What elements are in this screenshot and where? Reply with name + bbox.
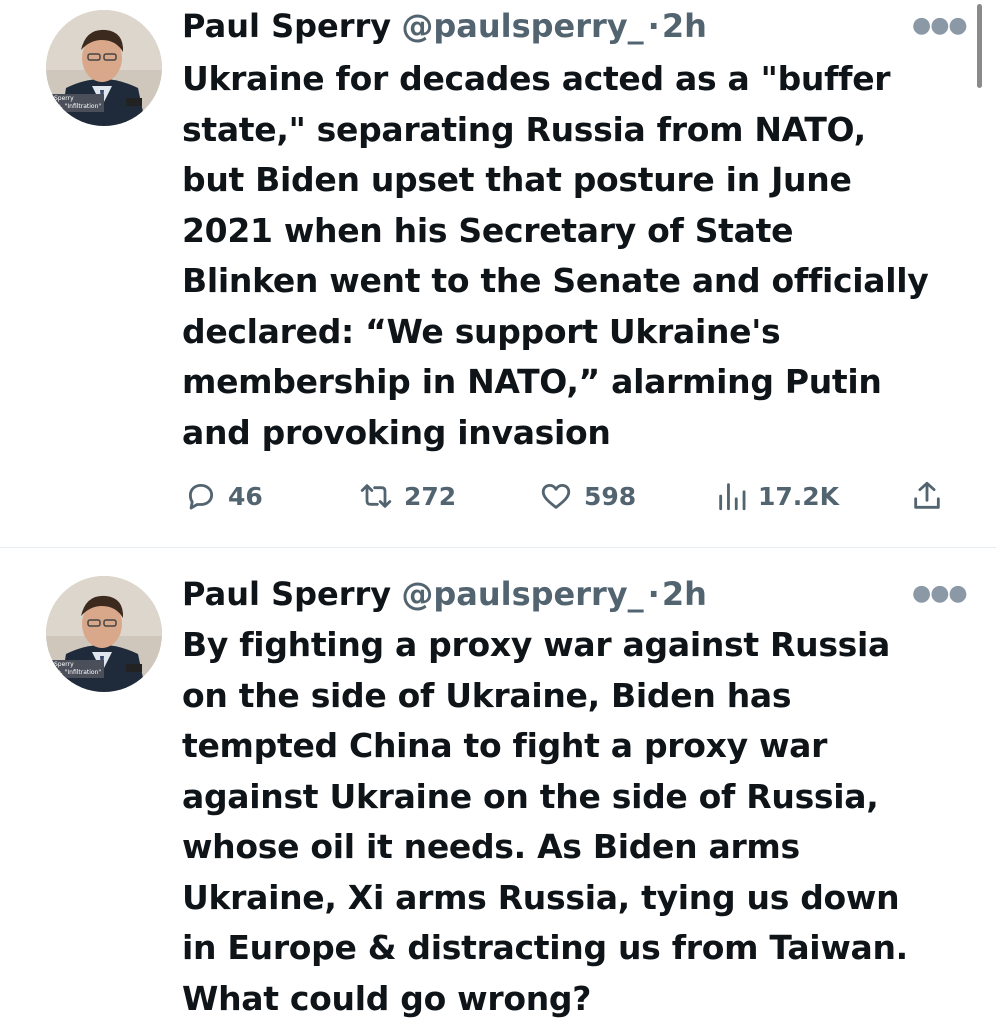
reply-count: 46 (228, 481, 263, 511)
tweet-text: By fighting a proxy war against Russia o… (182, 625, 908, 1018)
reply-button[interactable]: 46 (184, 474, 263, 518)
retweet-icon (360, 484, 392, 508)
more-horizontal-icon[interactable]: ●●● (912, 583, 968, 605)
analytics-icon (719, 483, 746, 511)
tweet-timestamp[interactable]: 2h (662, 575, 707, 613)
header-separator: · (647, 7, 660, 45)
views-button[interactable]: 17.2K (716, 474, 839, 518)
tweet-text: Ukraine for decades acted as a "buffer s… (182, 59, 929, 452)
author-name[interactable]: Paul Sperry (182, 575, 391, 613)
share-button[interactable] (910, 474, 954, 518)
avatar-caption: Sperry se, "Infiltration" (54, 95, 102, 110)
tweet-actions: 46 272 598 17.2K (182, 474, 952, 518)
author-handle[interactable]: @paulsperry_ (401, 7, 643, 45)
more-horizontal-icon[interactable]: ●●● (912, 15, 968, 37)
retweet-count: 272 (404, 481, 457, 511)
avatar-caption: Sperry se, "Infiltration" (54, 661, 102, 676)
tweet[interactable]: Sperry se, "Infiltration" Paul Sperry @p… (0, 548, 996, 1030)
author-name[interactable]: Paul Sperry (182, 7, 391, 45)
author-handle[interactable]: @paulsperry_ (401, 575, 643, 613)
heart-icon (541, 483, 571, 509)
tweet[interactable]: Sperry se, "Infiltration" Paul Sperry @p… (0, 0, 996, 548)
view-count: 17.2K (758, 481, 840, 511)
tweet-header: Paul Sperry @paulsperry_ ·2h (182, 574, 707, 614)
tweet-timestamp[interactable]: 2h (662, 7, 707, 45)
scrollbar[interactable] (977, 4, 982, 88)
like-button[interactable]: 598 (538, 474, 636, 518)
avatar[interactable]: Sperry se, "Infiltration" (46, 576, 162, 692)
tweet-header: Paul Sperry @paulsperry_ ·2h (182, 6, 707, 46)
like-count: 598 (584, 481, 637, 511)
avatar[interactable]: Sperry se, "Infiltration" (46, 10, 162, 126)
reply-icon (188, 483, 214, 510)
retweet-button[interactable]: 272 (358, 474, 456, 518)
share-icon (914, 481, 940, 509)
header-separator: · (647, 575, 660, 613)
